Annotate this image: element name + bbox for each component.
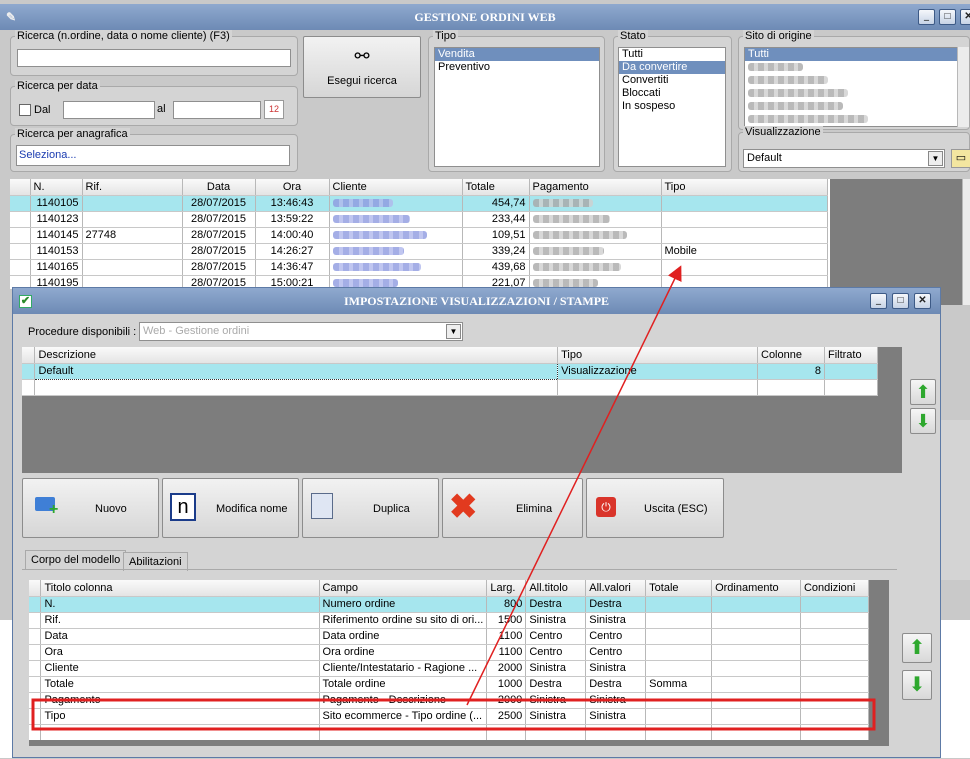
annotation-arrow: [466, 265, 682, 706]
annotation-highlight-box: [31, 698, 876, 731]
annotation-overlay: [31, 265, 876, 731]
